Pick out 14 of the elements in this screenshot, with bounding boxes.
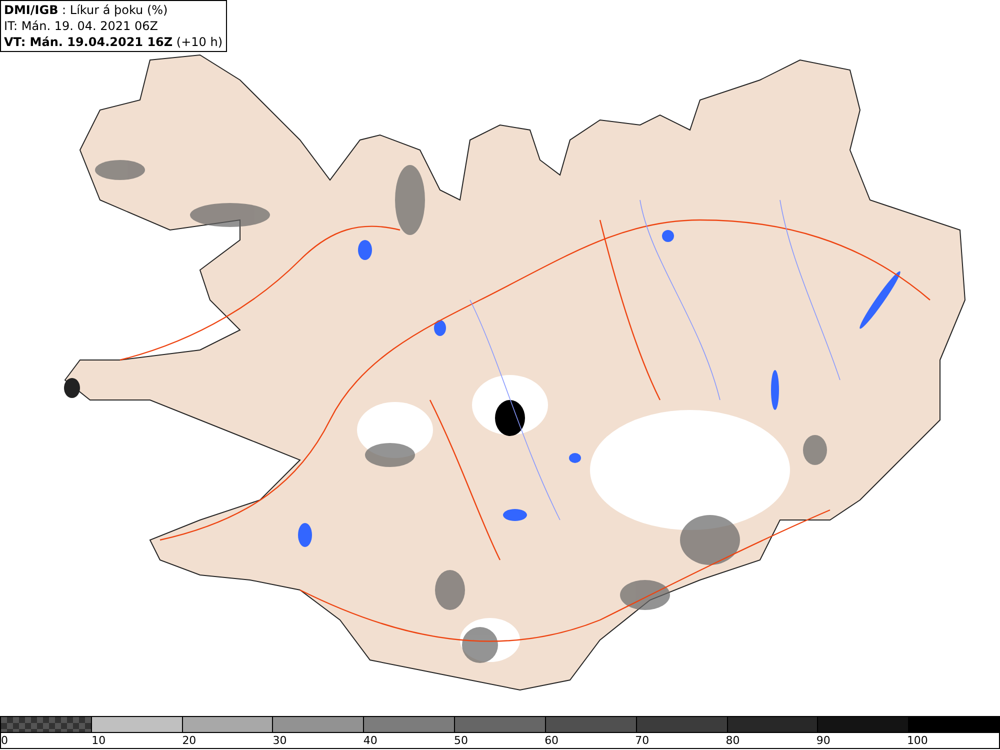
scale-label: 80	[726, 733, 741, 749]
scale-label: 40	[363, 733, 378, 749]
map-title: DMI/IGB : Líkur á þoku (%)	[4, 2, 169, 18]
issue-time: IT: Mán. 19. 04. 2021 06Z	[4, 18, 159, 34]
scale-label: 70	[635, 733, 650, 749]
scale-label: 30	[272, 733, 288, 749]
scale-label: 60	[544, 733, 560, 749]
scale-label: 90	[816, 733, 832, 749]
scale-label: 20	[182, 733, 198, 749]
scale-label: 10	[92, 733, 107, 749]
scale-label: 0	[1, 733, 9, 749]
scale-label: 100	[906, 733, 929, 749]
scale-label: 50	[454, 733, 469, 749]
valid-time: VT: Mán. 19.04.2021 16Z (+10 h)	[4, 34, 223, 50]
